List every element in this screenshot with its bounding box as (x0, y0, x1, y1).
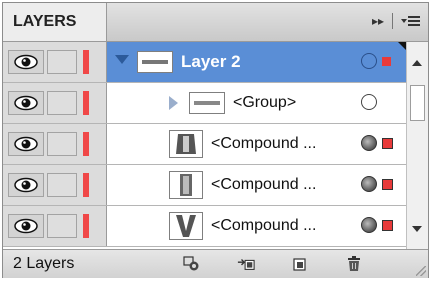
row-controls (3, 42, 107, 82)
make-clipping-mask-button[interactable] (237, 256, 255, 272)
resize-grip-icon[interactable] (416, 266, 426, 276)
selection-indicator[interactable] (382, 57, 391, 66)
visibility-toggle[interactable] (8, 50, 44, 74)
layer-color-indicator (83, 214, 89, 238)
layer-color-indicator (83, 173, 89, 197)
row-controls (3, 165, 107, 205)
target-circle-icon[interactable] (361, 217, 377, 233)
selection-indicator[interactable] (382, 179, 393, 190)
expand-triangle-icon[interactable] (115, 55, 129, 64)
layer-main[interactable]: <Group> (107, 83, 406, 123)
lock-toggle[interactable] (47, 91, 77, 115)
row-controls (3, 124, 107, 164)
current-layer-indicator (398, 42, 406, 50)
lock-toggle[interactable] (47, 173, 77, 197)
visibility-toggle[interactable] (8, 91, 44, 115)
vertical-scrollbar[interactable] (406, 42, 428, 249)
target-circle-icon[interactable] (361, 135, 377, 151)
eye-icon (14, 54, 38, 70)
layers-tab[interactable]: LAYERS (3, 3, 107, 41)
layer-row[interactable]: <Compound ... (3, 206, 406, 247)
layer-main[interactable]: Layer 2 (107, 42, 406, 82)
visibility-toggle[interactable] (8, 214, 44, 238)
layer-name[interactable]: <Compound ... (211, 206, 316, 246)
layer-name[interactable]: <Compound ... (211, 124, 316, 164)
scroll-up-arrow-icon[interactable] (412, 60, 422, 66)
scroll-thumb[interactable] (410, 85, 425, 121)
selection-indicator[interactable] (382, 220, 393, 231)
layers-panel: LAYERS ▸▸ Layer 2 <Group> <Compound ... … (2, 2, 429, 278)
locate-object-icon (183, 256, 199, 271)
eye-icon (14, 95, 38, 111)
group-thumbnail (189, 92, 225, 114)
layers-list: Layer 2 <Group> <Compound ... <Compound … (3, 42, 406, 249)
scroll-down-arrow-icon[interactable] (412, 226, 422, 232)
lock-toggle[interactable] (47, 132, 77, 156)
target-circle-icon[interactable] (361, 94, 377, 110)
eye-icon (14, 218, 38, 234)
new-sublayer-icon (293, 258, 306, 271)
control-divider (392, 13, 393, 29)
locate-object-button[interactable] (183, 256, 201, 272)
layer-count: 2 Layers (13, 255, 75, 272)
target-circle-icon[interactable] (361, 176, 377, 192)
layer-main[interactable]: <Compound ... (107, 206, 406, 246)
panel-footer: 2 Layers (3, 249, 428, 278)
layer-row[interactable]: <Compound ... (3, 124, 406, 165)
layer-thumbnail (137, 51, 173, 73)
layer-name[interactable]: <Compound ... (211, 165, 316, 205)
lock-toggle[interactable] (47, 50, 77, 74)
compound-path-thumbnail (169, 171, 203, 199)
selection-indicator[interactable] (382, 138, 393, 149)
layer-main[interactable]: <Compound ... (107, 124, 406, 164)
panel-controls: ▸▸ (372, 13, 420, 29)
clipping-mask-icon (237, 259, 255, 270)
layer-color-indicator (83, 132, 89, 156)
row-controls (3, 83, 107, 123)
layer-row[interactable]: <Group> (3, 83, 406, 124)
layer-row[interactable]: <Compound ... (3, 165, 406, 206)
visibility-toggle[interactable] (8, 132, 44, 156)
layer-name[interactable]: Layer 2 (181, 42, 241, 82)
collapse-panel-button[interactable]: ▸▸ (372, 14, 384, 28)
target-circle-icon[interactable] (361, 53, 377, 69)
new-sublayer-button[interactable] (291, 256, 309, 272)
lock-toggle[interactable] (47, 214, 77, 238)
layer-color-indicator (83, 50, 89, 74)
row-controls (3, 206, 107, 246)
layer-row[interactable]: Layer 2 (3, 42, 406, 83)
compound-path-thumbnail (169, 130, 203, 158)
panel-tab-bar: LAYERS ▸▸ (3, 3, 428, 42)
visibility-toggle[interactable] (8, 173, 44, 197)
compound-path-thumbnail (169, 212, 203, 240)
expand-triangle-icon[interactable] (169, 96, 178, 110)
delete-layer-button[interactable] (345, 256, 363, 272)
panel-menu-icon[interactable] (401, 16, 420, 26)
trash-icon (348, 256, 360, 271)
eye-icon (14, 136, 38, 152)
layer-color-indicator (83, 91, 89, 115)
layer-name[interactable]: <Group> (233, 83, 296, 123)
layer-main[interactable]: <Compound ... (107, 165, 406, 205)
eye-icon (14, 177, 38, 193)
